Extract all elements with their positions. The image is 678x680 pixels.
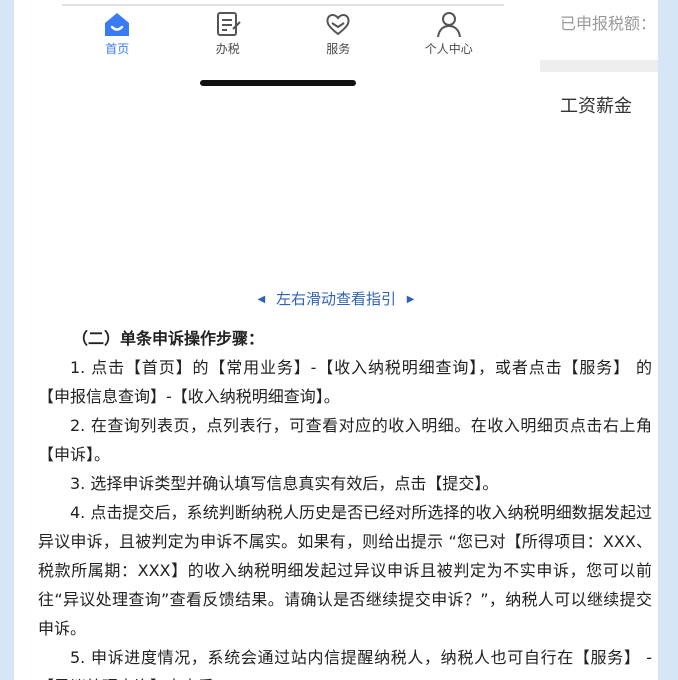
section-heading: （二）单条申诉操作步骤： xyxy=(72,329,265,348)
tab-tax-label: 办税 xyxy=(215,42,240,56)
adjacent-slide-preview: 已申报税额： 工资薪金 xyxy=(526,0,658,130)
tax-document-icon xyxy=(216,12,241,36)
swipe-hint[interactable]: ◀ 左右滑动查看指引 ▶ xyxy=(14,288,658,309)
step-2: 2. 在查询列表页，点列表行，可查看对应的收入明细。在收入明细页点击右上角【申诉… xyxy=(38,416,652,464)
step-4: 4. 点击提交后，系统判断纳税人历史是否已经对所选择的收入纳税明细数据发起过异议… xyxy=(38,503,652,638)
home-icon xyxy=(105,13,130,36)
bottom-tab-bar: 首页 办税 服务 个人中心 xyxy=(62,8,504,58)
tab-profile[interactable]: 个人中心 xyxy=(394,8,505,58)
declared-amount-label: 已申报税额： xyxy=(560,14,657,33)
heart-hands-icon xyxy=(326,14,350,36)
triangle-left-icon[interactable]: ◀ xyxy=(258,294,266,305)
tab-service-label: 服务 xyxy=(326,42,351,56)
triangle-right-icon[interactable]: ▶ xyxy=(407,294,415,305)
salary-label: 工资薪金 xyxy=(560,96,632,117)
tab-home-label: 首页 xyxy=(105,42,130,56)
article-body: （二）单条申诉操作步骤： 1. 点击【首页】的【常用业务】-【收入纳税明细查询】… xyxy=(38,324,652,680)
tab-tax[interactable]: 办税 xyxy=(173,8,284,58)
phone-screenshot: 首页 办税 服务 个人中心 xyxy=(48,0,518,100)
content-card: 首页 办税 服务 个人中心 已申报税额： 工资薪金 ◀ 左右滑动查看指引 ▶ （… xyxy=(14,0,658,680)
swipe-hint-label: 左右滑动查看指引 xyxy=(275,290,396,308)
step-5: 5. 申诉进度情况，系统会通过站内信提醒纳税人，纳税人也可自行在【服务】 -【异… xyxy=(38,648,652,680)
placeholder-bar xyxy=(540,60,658,72)
tab-profile-label: 个人中心 xyxy=(424,42,473,56)
divider xyxy=(62,4,504,6)
step-1: 1. 点击【首页】的【常用业务】-【收入纳税明细查询】，或者点击【服务】 的【申… xyxy=(38,358,652,406)
home-indicator xyxy=(200,80,356,86)
step-3: 3. 选择申诉类型并确认填写信息真实有效后，点击【提交】。 xyxy=(70,474,499,493)
user-icon xyxy=(436,12,461,38)
tab-service[interactable]: 服务 xyxy=(283,8,394,58)
tab-home[interactable]: 首页 xyxy=(62,8,173,58)
